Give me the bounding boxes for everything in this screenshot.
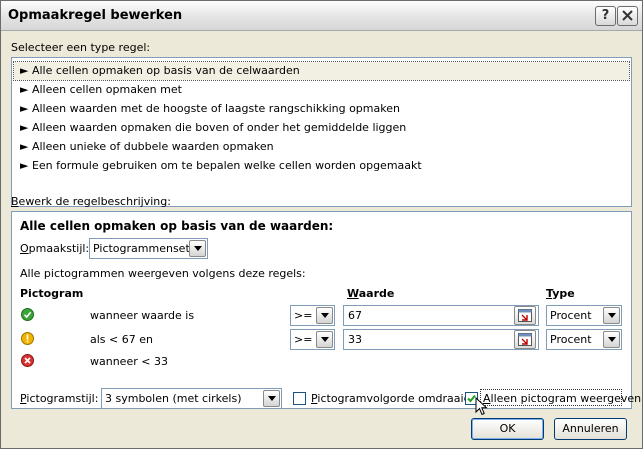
dialog-window: Opmaakregel bewerken ? Selecteer een typ… <box>0 0 643 449</box>
show-icon-only-label-text: lleen pictogram weergeven <box>490 392 642 405</box>
column-header-value-text: aarde <box>358 287 395 300</box>
rule-type-label-text: Selecteer een type regel: <box>11 41 151 54</box>
close-button[interactable] <box>617 6 638 26</box>
chevron-down-icon <box>607 313 616 318</box>
collapse-dialog-icon <box>518 333 532 346</box>
rule-type-list[interactable]: ► Alle cellen opmaken op basis van de ce… <box>11 57 632 207</box>
close-icon <box>622 10 633 21</box>
type-dropdown-button[interactable] <box>603 307 620 324</box>
yellow-circle-exclamation-icon[interactable] <box>21 332 34 345</box>
type-dropdown-button[interactable] <box>603 331 620 348</box>
icon-style-label: Pictogramstijl: <box>20 392 98 405</box>
type-select[interactable]: Procent <box>546 329 622 350</box>
type-value: Procent <box>550 333 592 346</box>
operator-select[interactable]: >= <box>290 305 335 326</box>
description-title: Alle cellen opmaken op basis van de waar… <box>20 219 334 233</box>
format-style-value: Pictogrammensets <box>93 242 196 255</box>
rule-type-item[interactable]: ► Alleen cellen opmaken met <box>14 81 629 99</box>
show-icon-only-label[interactable]: Alleen pictogram weergeven <box>483 392 641 405</box>
rule-description-panel: Alle cellen opmaken op basis van de waar… <box>11 211 641 409</box>
rule-type-item[interactable]: ► Alleen waarden opmaken die boven of on… <box>14 119 629 137</box>
condition-text: als < 67 en <box>90 333 153 346</box>
type-select[interactable]: Procent <box>546 305 622 326</box>
column-header-type: Type <box>546 287 575 300</box>
condition-text: wanneer < 33 <box>90 355 168 368</box>
red-circle-x-icon[interactable] <box>21 354 34 367</box>
title-bar[interactable]: Opmaakregel bewerken ? <box>1 1 642 31</box>
value-input-text: 33 <box>348 333 362 346</box>
format-style-select[interactable]: Pictogrammensets <box>89 238 208 259</box>
icon-style-select[interactable]: 3 symbolen (met cirkels) <box>101 388 282 409</box>
rule-description-label-text: ewerk de regelbeschrijving: <box>18 195 171 208</box>
value-input[interactable]: 67 <box>343 305 539 326</box>
green-circle-check-icon[interactable] <box>21 308 34 321</box>
condition-text: wanneer waarde is <box>90 309 195 322</box>
chevron-down-icon <box>320 337 329 342</box>
chevron-down-icon <box>607 337 616 342</box>
chevron-down-icon <box>320 313 329 318</box>
format-style-label-accel: O <box>20 242 29 255</box>
column-header-icon: Pictogram <box>20 287 84 300</box>
column-header-value-accel: W <box>347 287 359 300</box>
mouse-pointer-icon <box>475 397 488 416</box>
operator-dropdown-button[interactable] <box>316 331 333 348</box>
chevron-down-icon <box>267 396 276 401</box>
rule-type-label: Selecteer een type regel: <box>11 41 150 54</box>
format-style-dropdown-button[interactable] <box>189 240 206 257</box>
window-title: Opmaakregel bewerken <box>8 8 183 23</box>
help-icon: ? <box>601 8 610 23</box>
operator-select[interactable]: >= <box>290 329 335 350</box>
chevron-down-icon <box>193 246 202 251</box>
rule-description-label: Bewerk de regelbeschrijving: <box>11 195 171 208</box>
rule-type-item[interactable]: ► Een formule gebruiken om te bepalen we… <box>14 157 629 175</box>
operator-value: >= <box>294 309 313 322</box>
operator-dropdown-button[interactable] <box>316 307 333 324</box>
cell-reference-button[interactable] <box>514 330 536 349</box>
ok-button[interactable]: OK <box>471 418 544 440</box>
help-button[interactable]: ? <box>595 6 616 26</box>
value-input[interactable]: 33 <box>343 329 539 350</box>
icon-style-dropdown-button[interactable] <box>263 390 280 407</box>
value-input-text: 67 <box>348 309 362 322</box>
rule-type-item[interactable]: ► Alleen unieke of dubbele waarden opmak… <box>14 138 629 156</box>
icon-style-label-text: ictogramstijl: <box>26 392 99 405</box>
type-value: Procent <box>550 309 592 322</box>
column-header-type-text: ype <box>552 287 575 300</box>
cancel-button[interactable]: Annuleren <box>554 418 627 440</box>
column-header-value: Waarde <box>347 287 394 300</box>
reverse-icon-order-label[interactable]: Pictogramvolgorde omdraaien <box>311 392 477 405</box>
reverse-icon-order-label-text: ictogramvolgorde omdraaien <box>317 392 478 405</box>
operator-value: >= <box>294 333 313 346</box>
rule-description-label-accel: B <box>11 195 19 208</box>
rule-type-item[interactable]: ► Alleen waarden met de hoogste of laags… <box>14 100 629 118</box>
rules-intro: Alle pictogrammen weergeven volgens deze… <box>20 267 306 280</box>
cell-reference-button[interactable] <box>514 306 536 325</box>
format-style-label-text: pmaakstijl: <box>28 242 90 255</box>
format-style-label: Opmaakstijl: <box>20 242 89 255</box>
reverse-icon-order-checkbox[interactable] <box>293 392 306 405</box>
icon-style-value: 3 symbolen (met cirkels) <box>105 392 242 405</box>
collapse-dialog-icon <box>518 309 532 322</box>
rule-type-item[interactable]: ► Alle cellen opmaken op basis van de ce… <box>13 61 630 81</box>
dialog-body: Selecteer een type regel: ► Alle cellen … <box>1 32 642 448</box>
